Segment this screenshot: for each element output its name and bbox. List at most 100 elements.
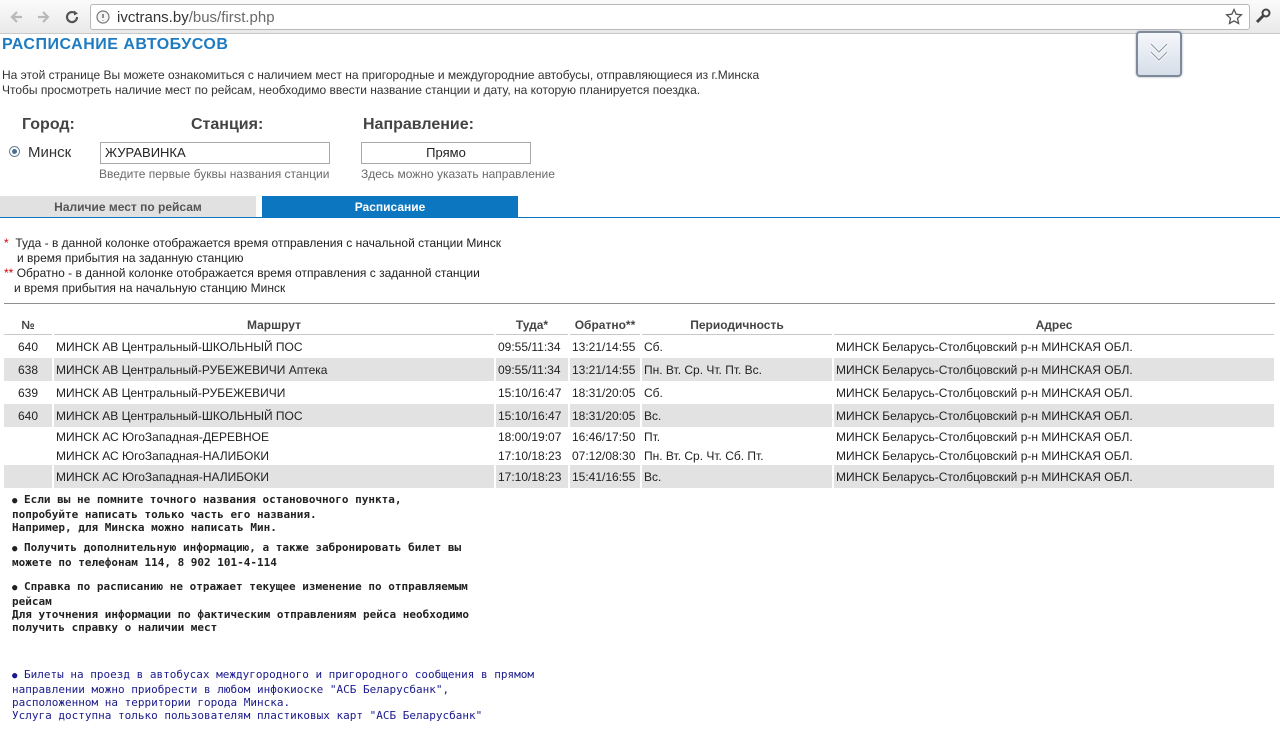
tip-text: направлении можно приобрести в любом инф… <box>12 683 450 696</box>
cell-address: МИНСК Беларусь-Столбцовский р-н МИНСКАЯ … <box>834 465 1274 488</box>
cell-address: МИНСК Беларусь-Столбцовский р-н МИНСКАЯ … <box>836 339 1133 354</box>
cell-back: 16:46/17:50 <box>572 429 636 444</box>
cell-period: Вс. <box>642 404 832 427</box>
tip-text: Для уточнения информации по фактическим … <box>12 608 469 621</box>
cell-number: 640 <box>4 404 52 427</box>
cell-there: 15:10/16:47 <box>496 404 568 427</box>
table-row: 638 МИНСК АВ Центральный-РУБЕЖЕВИЧИ Апте… <box>4 358 1274 381</box>
cell-number: 638 <box>4 358 52 381</box>
cell-number: 639 <box>17 385 39 400</box>
tip-text: Если вы не помните точного названия оста… <box>24 493 402 506</box>
tip-text: Например, для Минска можно написать Мин. <box>12 521 277 534</box>
bullet-icon: ● <box>12 496 18 506</box>
cell-number <box>4 465 52 488</box>
cell-period: Пн. Вт. Ср. Чт. Сб. Пт. <box>644 448 764 463</box>
reload-icon[interactable] <box>62 7 82 27</box>
page-title: РАСПИСАНИЕ АВТОБУСОВ <box>2 36 229 53</box>
browser-toolbar: ivctrans.by/bus/first.php <box>0 0 1280 34</box>
tip-text: можете по телефонам 114, 8 902 101-4-114 <box>12 556 277 569</box>
wrench-icon[interactable] <box>1254 7 1272 30</box>
star-icon[interactable] <box>1225 7 1243 31</box>
intro-line: Чтобы просмотреть наличие мест по рейсам… <box>2 83 701 97</box>
cell-there: 17:10/18:23 <box>498 448 562 463</box>
tip-text: Получить дополнительную информацию, а та… <box>24 541 462 554</box>
note-mark: * <box>4 236 9 250</box>
cell-address: МИНСК Беларусь-Столбцовский р-н МИНСКАЯ … <box>834 358 1274 381</box>
table-row: 640 МИНСК АВ Центральный-ШКОЛЬНЫЙ ПОС 09… <box>4 335 1274 358</box>
url-host: ivctrans.by <box>117 9 189 26</box>
divider <box>4 303 1275 304</box>
cell-route: МИНСК АС ЮгоЗападная-НАЛИБОКИ <box>56 448 269 463</box>
bullet-icon: ● <box>12 544 18 554</box>
direction-label: Направление: <box>363 116 474 133</box>
cell-there: 18:00/19:07 <box>498 429 562 444</box>
cell-route: МИНСК АВ Центральный-ШКОЛЬНЫЙ ПОС <box>56 339 303 354</box>
cell-number <box>4 446 52 465</box>
address-bar[interactable]: ivctrans.by/bus/first.php <box>90 4 1250 30</box>
note-mark: ** <box>4 266 14 280</box>
cell-route: МИНСК АВ Центральный-ШКОЛЬНЫЙ ПОС <box>54 404 494 427</box>
table-row: МИНСК АС ЮгоЗападная-НАЛИБОКИ 17:10/18:2… <box>4 465 1274 488</box>
cell-period: Пн. Вт. Ср. Чт. Пт. Вс. <box>642 358 832 381</box>
note-text: и время прибытия на начальную станцию Ми… <box>14 281 286 295</box>
tip-text: Услуга доступна только пользователям пла… <box>12 709 483 722</box>
tip-station-name: ● Если вы не помните точного названия ос… <box>12 493 402 534</box>
cell-period: Пт. <box>644 429 661 444</box>
cell-there: 09:55/11:34 <box>498 339 561 354</box>
back-arrow-icon[interactable] <box>6 7 26 27</box>
tip-schedule-disclaimer: ● Справка по расписанию не отражает теку… <box>12 580 469 634</box>
cell-there: 17:10/18:23 <box>496 465 568 488</box>
cell-route: МИНСК АС ЮгоЗападная-НАЛИБОКИ <box>54 465 494 488</box>
intro-text: На этой странице Вы можете ознакомиться … <box>2 68 759 98</box>
table-row: МИНСК АС ЮгоЗападная-ДЕРЕВНОЕ 18:00/19:0… <box>4 427 1274 446</box>
cell-there: 15:10/16:47 <box>498 385 562 400</box>
schedule-table: № Маршрут Туда* Обратно** Периодичность … <box>2 316 1276 488</box>
station-label: Станция: <box>191 116 264 133</box>
cell-back: 13:21/14:55 <box>570 358 640 381</box>
station-input[interactable]: ЖУРАВИНКА <box>100 142 330 164</box>
cell-back: 15:41/16:55 <box>570 465 640 488</box>
note-text: Туда - в данной колонке отображается вре… <box>15 236 501 250</box>
city-label: Город: <box>22 116 75 133</box>
intro-line: На этой странице Вы можете ознакомиться … <box>2 68 760 82</box>
tip-text: Билеты на проезд в автобусах междугородн… <box>24 668 534 681</box>
header-address: Адрес <box>834 316 1274 335</box>
cell-address: МИНСК Беларусь-Столбцовский р-н МИНСКАЯ … <box>836 385 1133 400</box>
city-option-label[interactable]: Минск <box>28 144 71 161</box>
header-back: Обратно** <box>570 316 640 335</box>
bullet-icon: ● <box>12 583 18 593</box>
header-period: Периодичность <box>642 316 832 335</box>
tab-seat-availability[interactable]: Наличие мест по рейсам <box>0 196 256 218</box>
cell-period: Сб. <box>644 385 663 400</box>
cell-period: Сб. <box>644 339 663 354</box>
cell-route: МИНСК АВ Центральный-РУБЕЖЕВИЧИ Аптека <box>54 358 494 381</box>
column-notes: * Туда - в данной колонке отображается в… <box>4 236 501 296</box>
tip-phone: ● Получить дополнительную информацию, а … <box>12 541 461 569</box>
tab-schedule[interactable]: Расписание <box>262 196 518 218</box>
city-radio[interactable] <box>9 146 20 157</box>
table-row: 640 МИНСК АВ Центральный-ШКОЛЬНЫЙ ПОС 15… <box>4 404 1274 427</box>
cell-route: МИНСК АС ЮгоЗападная-ДЕРЕВНОЕ <box>56 429 269 444</box>
cell-number <box>4 427 52 446</box>
cell-back: 07:12/08:30 <box>572 448 636 463</box>
url-text: ivctrans.by/bus/first.php <box>117 9 275 26</box>
tip-text: получить справку о наличии мест <box>12 621 218 634</box>
bullet-icon: ● <box>12 671 18 681</box>
direction-hint: Здесь можно указать направление <box>361 167 555 181</box>
tip-text: рейсам <box>12 595 52 608</box>
forward-arrow-icon[interactable] <box>34 7 54 27</box>
globe-icon <box>96 10 110 29</box>
cell-address: МИНСК Беларусь-Столбцовский р-н МИНСКАЯ … <box>836 448 1133 463</box>
header-there: Туда* <box>496 316 568 335</box>
tip-text: попробуйте написать только часть его наз… <box>12 508 317 521</box>
tip-text: Справка по расписанию не отражает текуще… <box>24 580 468 593</box>
scroll-down-icon[interactable] <box>1136 31 1182 77</box>
table-header-row: № Маршрут Туда* Обратно** Периодичность … <box>4 316 1274 335</box>
note-text: и время прибытия на заданную станцию <box>17 251 244 265</box>
tip-text: расположенном на территории города Минск… <box>12 696 291 709</box>
cell-period: Вс. <box>642 465 832 488</box>
url-path: /bus/first.php <box>188 9 275 26</box>
cell-back: 13:21/14:55 <box>572 339 636 354</box>
cell-there: 09:55/11:34 <box>496 358 568 381</box>
direction-select[interactable]: Прямо <box>361 142 531 164</box>
